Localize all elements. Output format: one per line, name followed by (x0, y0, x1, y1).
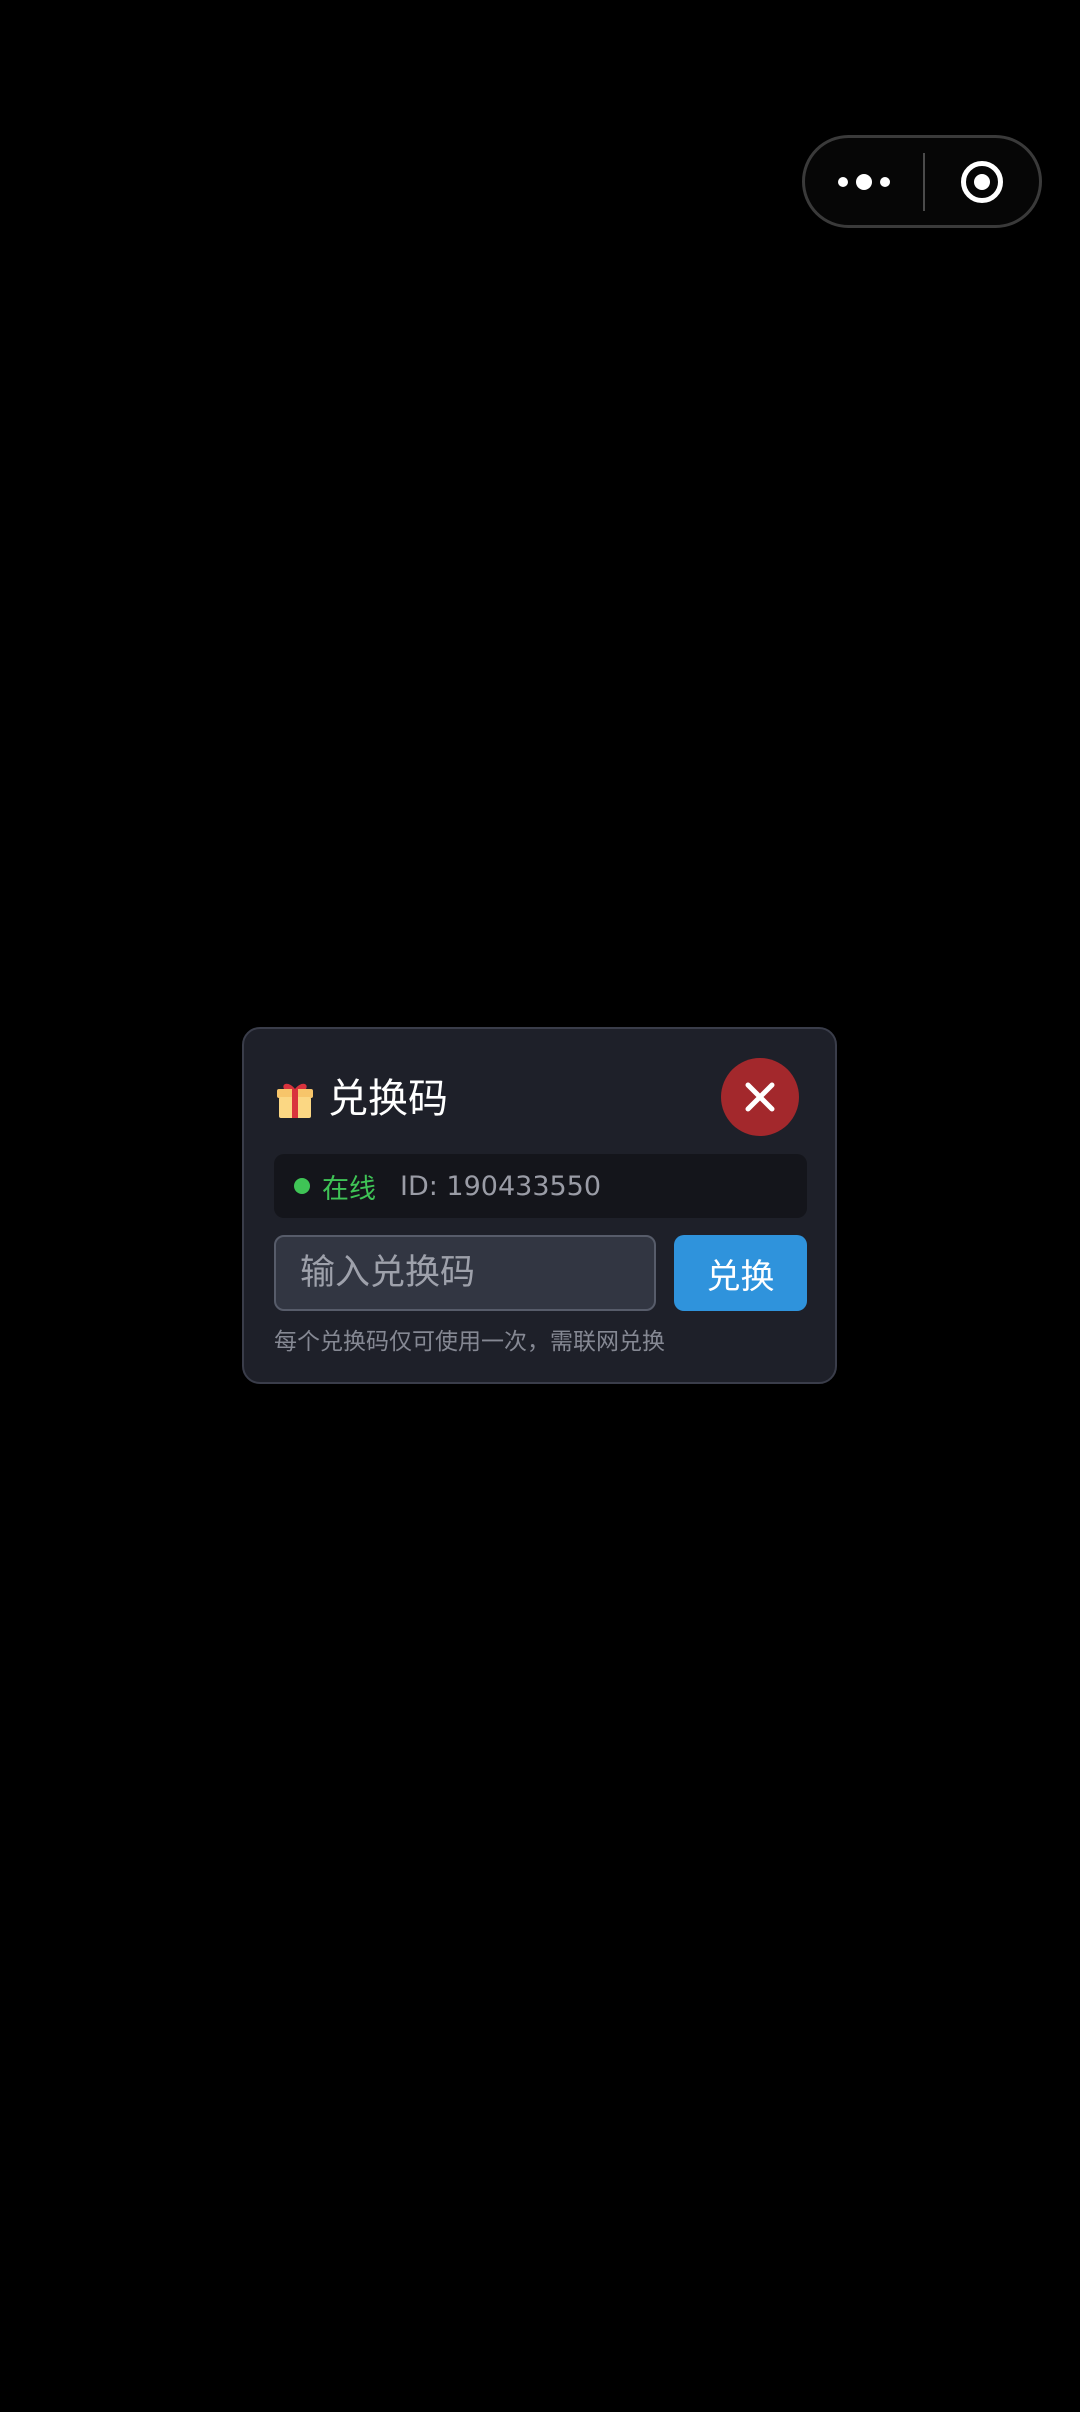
redeem-hint-text: 每个兑换码仅可使用一次，需联网兑换 (274, 1329, 665, 1355)
target-circle-icon (961, 160, 1003, 203)
page: 兑换码 在线 ID: 190433550 兑换 每个兑换码仅可使用一次，需联网兑… (0, 0, 1080, 2412)
user-id-text: ID: 190433550 (400, 1170, 602, 1202)
online-status-label: 在线 (322, 1173, 376, 1205)
redeem-button[interactable]: 兑换 (674, 1235, 807, 1311)
dialog-header: 兑换码 (274, 1069, 448, 1129)
more-menu-button[interactable] (805, 138, 923, 225)
close-dialog-button[interactable] (721, 1058, 799, 1136)
target-circle-core (974, 173, 990, 190)
more-dots-icon-right (880, 176, 890, 187)
redeem-code-input[interactable] (274, 1235, 656, 1311)
dialog-title: 兑换码 (328, 1076, 448, 1122)
connection-status-bar: 在线 ID: 190433550 (274, 1154, 807, 1218)
more-dots-icon (838, 176, 848, 187)
gift-icon (277, 1083, 313, 1118)
online-status-icon (294, 1178, 310, 1194)
more-dots-icon-center (856, 173, 872, 190)
mini-program-capsule (802, 135, 1042, 228)
exit-mini-program-button[interactable] (925, 138, 1039, 225)
redeem-code-dialog: 兑换码 在线 ID: 190433550 兑换 每个兑换码仅可使用一次，需联网兑… (242, 1027, 837, 1384)
close-icon (745, 1082, 775, 1112)
